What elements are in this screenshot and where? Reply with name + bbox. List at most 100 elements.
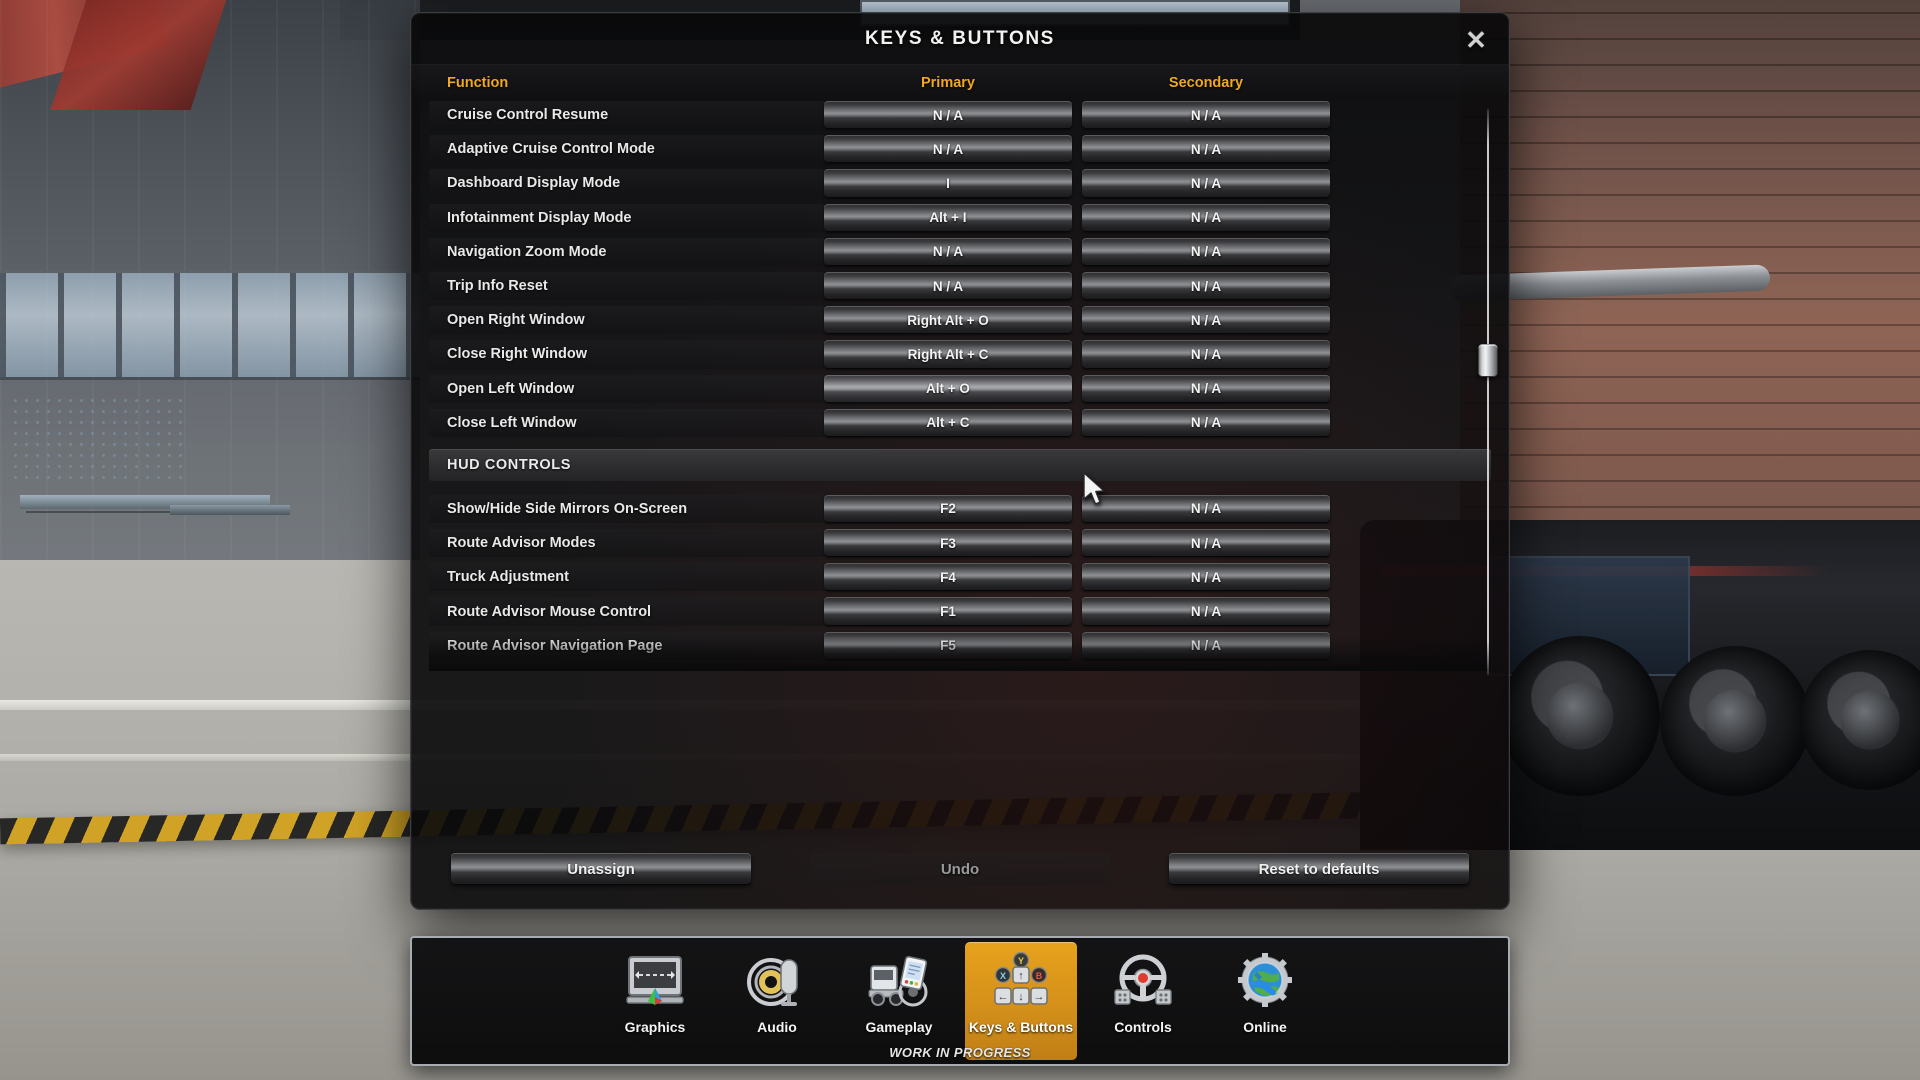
tab-label: Audio xyxy=(757,1019,797,1035)
primary-binding-button[interactable]: Alt + C xyxy=(824,408,1072,437)
primary-binding-button[interactable]: F2 xyxy=(824,494,1072,524)
secondary-binding-button[interactable]: N / A xyxy=(1082,529,1330,558)
secondary-binding-button[interactable]: N / A xyxy=(1082,169,1330,198)
primary-binding-button[interactable]: N / A xyxy=(824,271,1072,301)
vertical-scrollbar[interactable] xyxy=(1478,109,1498,675)
binding-function-label: Infotainment Display Mode xyxy=(429,203,824,232)
table-header: Function Primary Secondary xyxy=(411,65,1509,101)
binding-row: Dashboard Display Mode I N / A xyxy=(429,169,1491,198)
truck-wheel xyxy=(1500,636,1660,796)
primary-binding-button[interactable]: N / A xyxy=(824,237,1072,266)
primary-binding-button[interactable]: Alt + I xyxy=(824,203,1072,232)
binding-function-label: Adaptive Cruise Control Mode xyxy=(429,135,824,164)
binding-function-label: Truck Adjustment xyxy=(429,563,824,592)
svg-text:↑: ↑ xyxy=(1018,970,1024,982)
svg-text:B: B xyxy=(1036,971,1043,981)
binding-row: Open Left Window Alt + O N / A xyxy=(429,374,1491,403)
svg-text:Y: Y xyxy=(1018,956,1024,966)
tab-controls[interactable]: Controls xyxy=(1087,942,1199,1060)
dialog-titlebar: KEYS & BUTTONS ✕ xyxy=(411,13,1509,65)
secondary-binding-button[interactable]: N / A xyxy=(1082,597,1330,626)
secondary-binding-button[interactable]: N / A xyxy=(1082,135,1330,164)
column-header-secondary: Secondary xyxy=(1168,75,1244,91)
column-header-primary: Primary xyxy=(920,75,975,91)
tab-graphics[interactable]: Graphics xyxy=(599,942,711,1060)
svg-text:↓: ↓ xyxy=(1018,991,1024,1003)
binding-row: Route Advisor Mouse Control F1 N / A xyxy=(429,597,1491,626)
primary-binding-button[interactable]: F5 xyxy=(824,631,1072,660)
truck-wheel xyxy=(1660,646,1810,796)
scrollbar-track[interactable] xyxy=(1487,109,1489,675)
binding-row: Adaptive Cruise Control Mode N / AN / A xyxy=(429,135,1491,164)
binding-function-label: Route Advisor Modes xyxy=(429,529,824,558)
binding-function-label: Cruise Control Resume xyxy=(429,101,824,130)
svg-text:→: → xyxy=(1034,991,1045,1003)
binding-function-label: Route Advisor Navigation Page xyxy=(429,631,824,660)
primary-binding-button[interactable]: Alt + O xyxy=(824,374,1072,403)
tab-label: Graphics xyxy=(624,1019,686,1035)
tab-online[interactable]: Online xyxy=(1209,942,1321,1060)
secondary-binding-button[interactable]: N / A xyxy=(1082,408,1330,437)
binding-function-label: Open Left Window xyxy=(429,374,824,403)
primary-binding-button[interactable]: N / A xyxy=(824,101,1072,130)
binding-row: Open Right Window Right Alt + O N / A xyxy=(429,306,1491,335)
wall-window-band xyxy=(0,270,420,380)
section-header: HUD CONTROLS xyxy=(429,448,1491,481)
keys-and-buttons-dialog: KEYS & BUTTONS ✕ Function Primary Second… xyxy=(410,12,1510,910)
microphone-icon xyxy=(745,952,809,1014)
perforated-panel xyxy=(10,395,190,485)
tab-label: Keys & Buttons xyxy=(968,1019,1074,1035)
settings-tabbar: Graphics Audio Gameplay Y X B ↑ ← ↓ → Ke… xyxy=(410,936,1510,1066)
secondary-binding-button[interactable]: N / A xyxy=(1082,374,1330,403)
primary-binding-button[interactable]: Right Alt + C xyxy=(824,340,1072,369)
bindings-list: Cruise Control Resume N / AN / A Adaptive … xyxy=(429,101,1491,671)
work-bench-lower xyxy=(170,505,290,515)
binding-function-label: Close Left Window xyxy=(429,408,824,437)
primary-binding-button[interactable]: F3 xyxy=(824,529,1072,558)
reset-to-defaults-button[interactable]: Reset to defaults xyxy=(1169,853,1469,885)
binding-row: Show/Hide Side Mirrors On-Screen F2 N / A xyxy=(429,494,1491,524)
binding-function-label: Close Right Window xyxy=(429,340,824,369)
primary-binding-button[interactable]: F4 xyxy=(824,563,1072,592)
globe-gear-icon xyxy=(1233,952,1297,1014)
binding-function-label: Route Advisor Mouse Control xyxy=(429,597,824,626)
tab-gameplay[interactable]: Gameplay xyxy=(843,942,955,1060)
secondary-binding-button[interactable]: N / A xyxy=(1082,563,1330,592)
steering-wheel-icon xyxy=(1111,952,1175,1014)
primary-binding-button[interactable]: I xyxy=(824,169,1072,198)
primary-binding-button[interactable]: Right Alt + O xyxy=(824,306,1072,335)
primary-binding-button[interactable]: F1 xyxy=(824,597,1072,626)
column-header-function: Function xyxy=(447,75,509,91)
binding-row: Trip Info Reset N / AN / A xyxy=(429,271,1491,301)
scrollbar-thumb[interactable] xyxy=(1478,344,1498,377)
tab-keys[interactable]: Y X B ↑ ← ↓ → Keys & Buttons xyxy=(965,942,1077,1060)
tab-label: Controls xyxy=(1114,1019,1172,1035)
binding-row: Truck Adjustment F4 N / A xyxy=(429,563,1491,592)
secondary-binding-button[interactable]: N / A xyxy=(1082,271,1330,301)
dialog-title: KEYS & BUTTONS xyxy=(865,27,1055,49)
binding-row: Route Advisor Modes F3 N / A xyxy=(429,529,1491,558)
binding-row: Close Right Window Right Alt + C N / A xyxy=(429,340,1491,369)
binding-row: Route Advisor Navigation Page F5 N / A xyxy=(429,631,1491,660)
close-icon[interactable]: ✕ xyxy=(1461,25,1491,55)
svg-text:X: X xyxy=(1000,971,1006,981)
unassign-button[interactable]: Unassign xyxy=(451,853,751,885)
secondary-binding-button[interactable]: N / A xyxy=(1082,340,1330,369)
secondary-binding-button[interactable]: N / A xyxy=(1082,494,1330,524)
truck-icon xyxy=(867,952,931,1014)
keyboard-keys-icon: Y X B ↑ ← ↓ → xyxy=(989,951,1053,1014)
secondary-binding-button[interactable]: N / A xyxy=(1082,237,1330,266)
secondary-binding-button[interactable]: N / A xyxy=(1082,306,1330,335)
binding-row: Close Left Window Alt + C N / A xyxy=(429,408,1491,437)
secondary-binding-button[interactable]: N / A xyxy=(1082,631,1330,660)
tab-audio[interactable]: Audio xyxy=(721,942,833,1060)
undo-button: Undo xyxy=(810,853,1110,885)
binding-row: Navigation Zoom Mode N / AN / A xyxy=(429,237,1491,266)
secondary-binding-button[interactable]: N / A xyxy=(1082,101,1330,130)
binding-row: Infotainment Display Mode Alt + I N / A xyxy=(429,203,1491,232)
binding-function-label: Dashboard Display Mode xyxy=(429,169,824,198)
secondary-binding-button[interactable]: N / A xyxy=(1082,203,1330,232)
monitor-icon xyxy=(623,952,687,1014)
binding-function-label: Show/Hide Side Mirrors On-Screen xyxy=(429,494,824,524)
primary-binding-button[interactable]: N / A xyxy=(824,135,1072,164)
